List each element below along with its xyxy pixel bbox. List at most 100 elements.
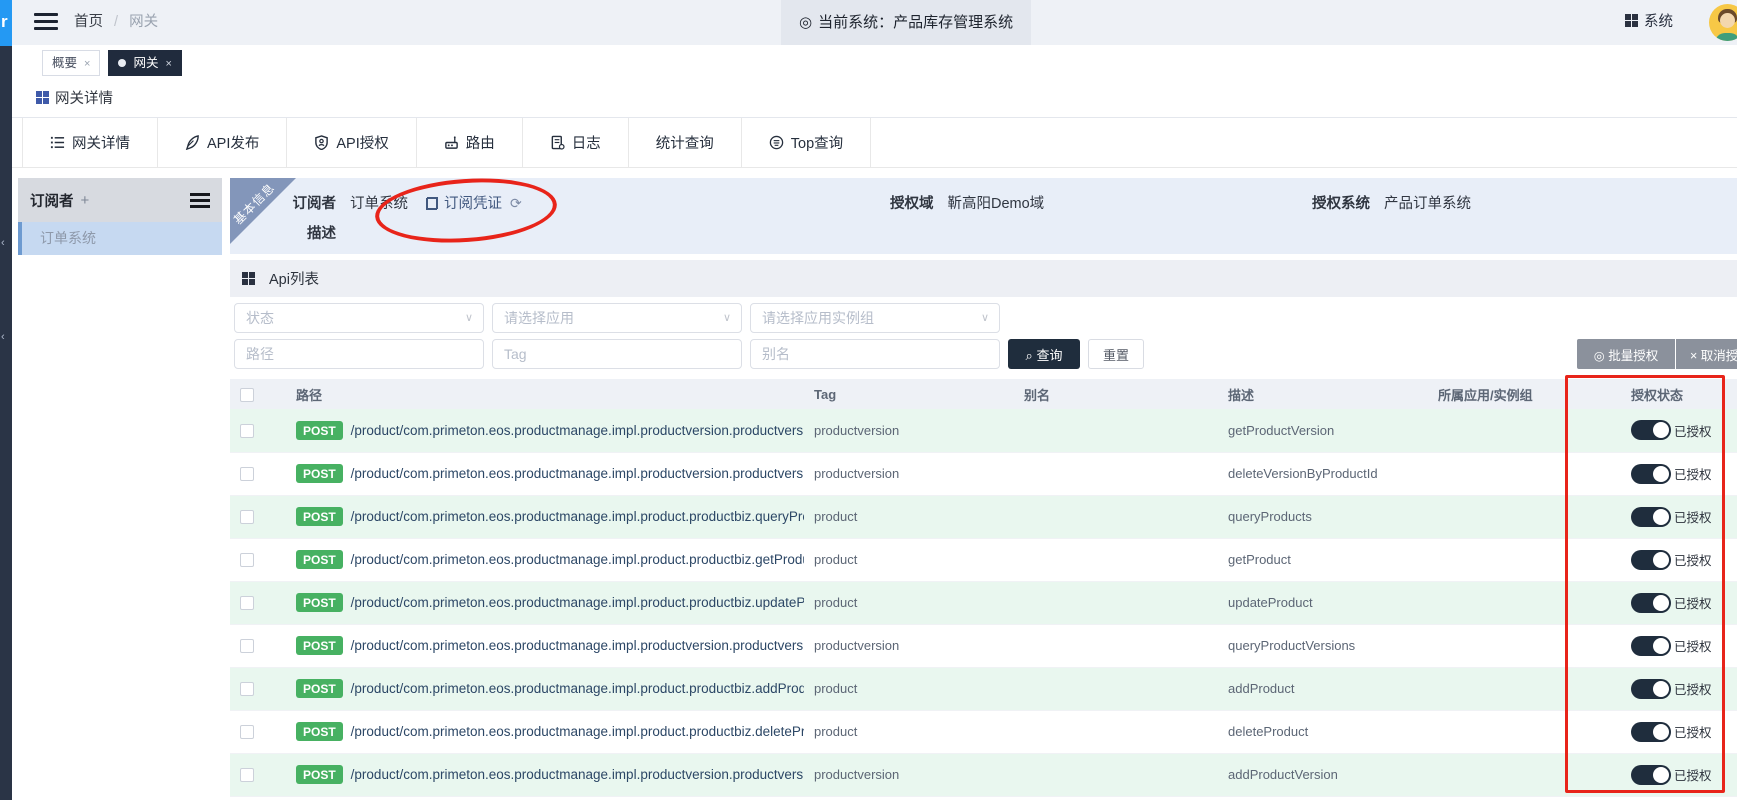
grid-icon — [1625, 14, 1638, 27]
panel-collapse-icon[interactable]: ‹ — [1, 332, 5, 342]
sidebar-item-order-system[interactable]: 订单系统 — [18, 222, 222, 255]
document-icon — [550, 135, 565, 150]
authorize-toggle[interactable] — [1631, 420, 1671, 440]
method-badge: POST — [296, 593, 343, 612]
close-icon[interactable]: × — [84, 58, 90, 70]
tag-input[interactable] — [492, 339, 742, 369]
tab-gateway[interactable]: 网关× — [108, 50, 181, 76]
app-cell — [1428, 538, 1621, 581]
auth-status-label: 已授权 — [1674, 683, 1712, 697]
collapsed-sidebar-strip: r ‹ ‹ — [0, 0, 12, 800]
panel-collapse-icon[interactable]: ‹ — [1, 238, 5, 248]
row-checkbox[interactable] — [240, 467, 254, 481]
close-icon[interactable]: × — [165, 58, 171, 70]
page-title: 网关详情 — [55, 91, 113, 107]
authorize-toggle[interactable] — [1631, 550, 1671, 570]
row-checkbox[interactable] — [240, 596, 254, 610]
sidebar-title: 订阅者 — [30, 190, 74, 211]
cancel-authorize-button[interactable]: × 取消授权 — [1676, 339, 1737, 369]
desc-cell: getProduct — [1218, 538, 1428, 581]
alias-cell — [1014, 624, 1218, 667]
api-path-link[interactable]: /product/com.primeton.eos.productmanage.… — [351, 509, 804, 524]
table-row: POST/product/com.primeton.eos.productman… — [230, 538, 1737, 581]
close-icon: × — [1690, 349, 1701, 363]
breadcrumb: 首页 / 网关 — [74, 0, 158, 45]
main-panel: 基本信息 订阅者订单系统 订阅凭证⟳ 描述 授权域靳高阳Demo域 授权系统产品… — [230, 178, 1737, 797]
method-badge: POST — [296, 421, 343, 440]
alias-cell — [1014, 538, 1218, 581]
user-avatar[interactable] — [1709, 4, 1737, 41]
query-button[interactable]: ⌕ 查询 — [1008, 339, 1080, 369]
api-path-link[interactable]: /product/com.primeton.eos.productmanage.… — [351, 466, 804, 481]
row-checkbox[interactable] — [240, 639, 254, 653]
grid-icon — [36, 91, 49, 104]
auth-system-value: 产品订单系统 — [1384, 196, 1471, 212]
gateway-page: r ‹ ‹ 首页 / 网关 ◎当前系统：产品库存管理系统 系统 概要× 网关× … — [0, 0, 1737, 800]
system-menu[interactable]: 系统 — [1625, 0, 1673, 45]
tab-gateway-detail[interactable]: 网关详情 — [22, 118, 158, 167]
api-path-link[interactable]: /product/com.primeton.eos.productmanage.… — [351, 681, 804, 696]
row-checkbox[interactable] — [240, 424, 254, 438]
api-path-link[interactable]: /product/com.primeton.eos.productmanage.… — [351, 724, 804, 739]
batch-authorize-button[interactable]: ◎ 批量授权 — [1577, 339, 1675, 369]
auth-status-label: 已授权 — [1674, 554, 1712, 568]
hamburger-menu-icon[interactable] — [34, 13, 58, 31]
refresh-icon[interactable]: ⟳ — [510, 195, 522, 211]
col-auth-status: 授权状态 — [1621, 379, 1737, 409]
authorize-toggle[interactable] — [1631, 722, 1671, 742]
app-cell — [1428, 710, 1621, 753]
method-badge: POST — [296, 636, 343, 655]
grid-icon — [242, 272, 255, 285]
status-select[interactable]: 状态∨ — [234, 303, 484, 333]
reset-button[interactable]: 重置 — [1088, 339, 1144, 369]
auth-status-label: 已授权 — [1674, 425, 1712, 439]
authorize-toggle[interactable] — [1631, 765, 1671, 785]
auth-status-label: 已授权 — [1674, 468, 1712, 482]
api-path-link[interactable]: /product/com.primeton.eos.productmanage.… — [351, 767, 804, 782]
table-header-row: 路径 Tag 别名 描述 所属应用/实例组 授权状态 — [230, 379, 1737, 409]
authorize-toggle[interactable] — [1631, 464, 1671, 484]
api-table: 路径 Tag 别名 描述 所属应用/实例组 授权状态 POST/product/… — [230, 379, 1737, 797]
alias-input[interactable] — [750, 339, 1000, 369]
method-badge: POST — [296, 722, 343, 741]
chevron-down-icon: ∨ — [981, 304, 989, 332]
api-path-link[interactable]: /product/com.primeton.eos.productmanage.… — [351, 552, 804, 567]
tab-top-query[interactable]: Top查询 — [742, 118, 871, 167]
tab-api-auth[interactable]: API授权 — [287, 118, 416, 167]
row-checkbox[interactable] — [240, 725, 254, 739]
authorize-toggle[interactable] — [1631, 593, 1671, 613]
subscription-credential-link[interactable]: 订阅凭证⟳ — [426, 192, 522, 213]
authorize-toggle[interactable] — [1631, 679, 1671, 699]
api-path-link[interactable]: /product/com.primeton.eos.productmanage.… — [351, 595, 804, 610]
row-checkbox[interactable] — [240, 768, 254, 782]
row-checkbox[interactable] — [240, 682, 254, 696]
add-subscriber-button[interactable]: + — [81, 192, 90, 209]
sidebar-menu-icon[interactable] — [190, 190, 210, 211]
path-input[interactable] — [234, 339, 484, 369]
row-checkbox[interactable] — [240, 510, 254, 524]
authorize-toggle[interactable] — [1631, 636, 1671, 656]
alias-cell — [1014, 581, 1218, 624]
tab-route[interactable]: 路由 — [417, 118, 523, 167]
breadcrumb-home[interactable]: 首页 — [74, 14, 103, 30]
select-all-checkbox[interactable] — [240, 388, 254, 402]
row-checkbox[interactable] — [240, 553, 254, 567]
app-select[interactable]: 请选择应用∨ — [492, 303, 742, 333]
table-row: POST/product/com.primeton.eos.productman… — [230, 452, 1737, 495]
col-app: 所属应用/实例组 — [1428, 379, 1621, 409]
tab-log[interactable]: 日志 — [523, 118, 629, 167]
api-path-link[interactable]: /product/com.primeton.eos.productmanage.… — [351, 423, 804, 438]
app-instance-group-select[interactable]: 请选择应用实例组∨ — [750, 303, 1000, 333]
col-path: 路径 — [286, 379, 804, 409]
tab-overview[interactable]: 概要× — [42, 50, 100, 76]
tab-api-publish[interactable]: API发布 — [158, 118, 287, 167]
api-path-link[interactable]: /product/com.primeton.eos.productmanage.… — [351, 638, 804, 653]
window-tabstrip: 概要× 网关× — [12, 45, 1737, 80]
table-row: POST/product/com.primeton.eos.productman… — [230, 581, 1737, 624]
authorize-toggle[interactable] — [1631, 507, 1671, 527]
copy-icon[interactable] — [426, 197, 438, 210]
tab-stats-query[interactable]: 统计查询 — [629, 118, 742, 167]
table-row: POST/product/com.primeton.eos.productman… — [230, 753, 1737, 796]
breadcrumb-current: 网关 — [129, 14, 158, 30]
desc-label: 描述 — [272, 222, 336, 243]
